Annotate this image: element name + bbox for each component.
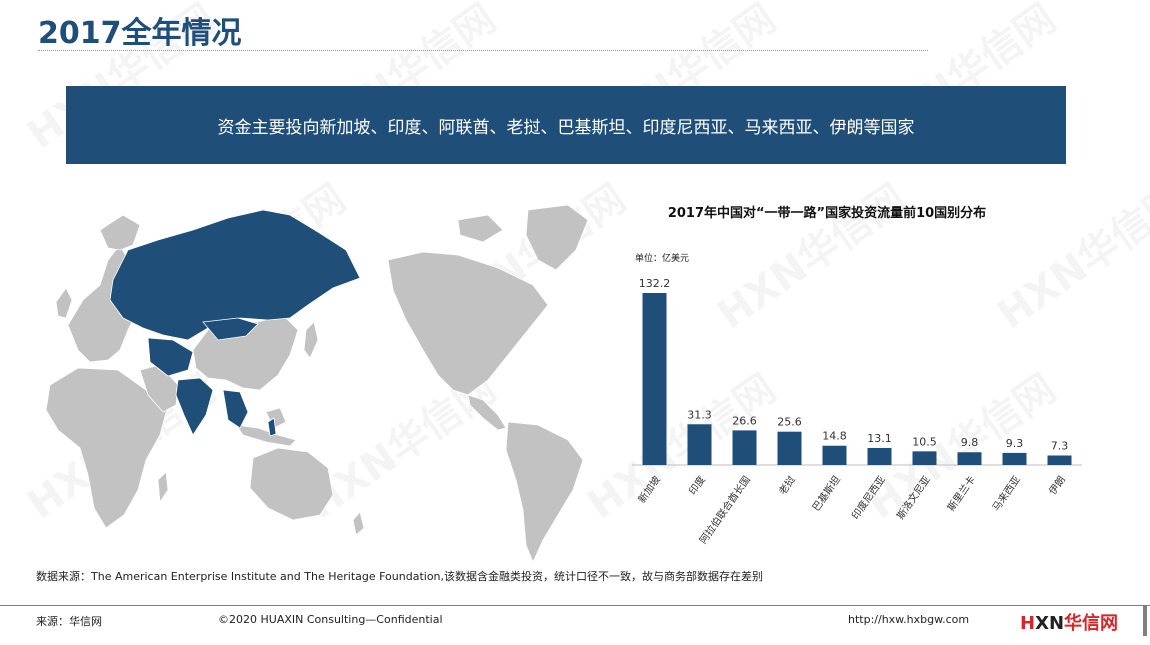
bar-1: [642, 293, 667, 465]
footer-copyright: ©2020 HUAXIN Consulting—Confidential: [218, 613, 443, 626]
bar-9: [1002, 452, 1027, 465]
map-madagascar: [157, 471, 169, 504]
map-greenland: [525, 204, 589, 271]
bar-chart: 2017年中国对“一带一路”国家投资流量前10国别分布 单位：亿美元 132.2…: [632, 205, 1082, 546]
bar-6: [867, 447, 892, 465]
bar-10: [1047, 455, 1072, 465]
map-japan: [303, 321, 319, 359]
map-india: [175, 377, 214, 436]
data-source-note: 数据来源：The American Enterprise Institute a…: [36, 570, 764, 583]
map-south-america: [505, 421, 584, 564]
map-uk: [55, 287, 73, 319]
page-title: 2017全年情况: [38, 16, 242, 51]
map-scandinavia: [99, 214, 141, 251]
bar-value-label: 26.6: [732, 414, 757, 427]
bar-value-label: 25.6: [777, 416, 802, 429]
brand-logo-xn: XN: [1035, 613, 1065, 634]
category-label: 巴基斯坦: [809, 473, 843, 513]
world-map: [45, 204, 589, 564]
brand-logo-cn: 华信网: [1064, 613, 1119, 634]
map-new-zealand: [352, 511, 365, 536]
map-indonesia: [235, 424, 297, 447]
bar-8: [957, 452, 982, 465]
map-north-america: [387, 251, 549, 396]
bar-3: [732, 430, 757, 465]
category-label: 伊朗: [1047, 474, 1068, 497]
chart-unit-label: 单位：亿美元: [635, 252, 689, 264]
bar-value-label: 132.2: [639, 277, 671, 290]
bar-4: [777, 431, 802, 465]
map-australia: [249, 447, 334, 521]
bar-value-label: 9.3: [1006, 437, 1024, 450]
bar-value-label: 13.1: [867, 432, 892, 445]
footer-url[interactable]: http://hxw.hxbgw.com: [848, 613, 969, 626]
map-central-america: [467, 394, 507, 431]
category-label: 马来西亚: [990, 474, 1023, 514]
bar-value-label: 14.8: [822, 430, 847, 443]
summary-banner-text: 资金主要投向新加坡、印度、阿联酋、老挝、巴基斯坦、印度尼西亚、马来西亚、伊朗等国…: [217, 117, 915, 138]
category-label: 印度: [686, 473, 708, 497]
brand-logo: HXN华信网: [1020, 609, 1118, 635]
category-label: 斯里兰卡: [944, 473, 978, 513]
category-label: 老挝: [776, 473, 798, 497]
bar-2: [687, 424, 712, 465]
footer-accent-bar: [1143, 606, 1147, 636]
category-label: 斯洛文尼亚: [894, 473, 933, 521]
chart-title: 2017年中国对“一带一路”国家投资流量前10国别分布: [668, 205, 986, 221]
title-divider: [38, 50, 928, 51]
bar-value-label: 9.8: [961, 436, 979, 449]
bar-7: [912, 451, 937, 465]
map-southeast-asia: [222, 389, 249, 429]
bar-5: [822, 445, 847, 465]
brand-logo-h: H: [1020, 613, 1036, 634]
bar-value-label: 7.3: [1051, 440, 1069, 453]
bar-value-label: 31.3: [687, 408, 712, 421]
category-label: 新加坡: [635, 473, 663, 505]
bar-value-label: 10.5: [912, 435, 937, 448]
category-label: 印度尼西亚: [849, 473, 888, 521]
footer-divider: [0, 605, 1150, 606]
map-arctic-islands: [457, 214, 504, 243]
summary-banner: 资金主要投向新加坡、印度、阿联酋、老挝、巴基斯坦、印度尼西亚、马来西亚、伊朗等国…: [66, 86, 1066, 164]
footer-source: 来源：华信网: [36, 615, 102, 628]
